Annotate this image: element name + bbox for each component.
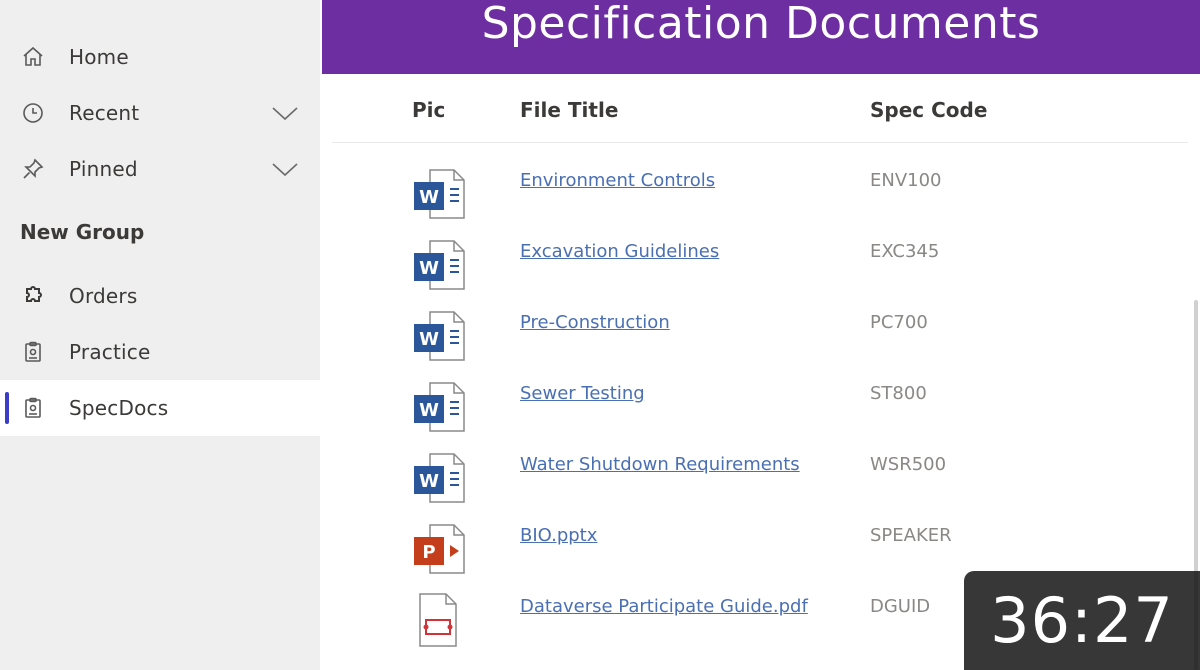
chevron-down-icon[interactable]: [270, 103, 300, 123]
spec-code-cell: WSR500: [870, 454, 947, 475]
nav-item-orders[interactable]: Orders: [0, 268, 320, 324]
file-title-link[interactable]: BIO.pptx: [520, 525, 597, 546]
svg-text:P: P: [422, 542, 435, 563]
nav-item-label: Recent: [69, 101, 140, 125]
file-title-link[interactable]: Dataverse Participate Guide.pdf: [520, 596, 808, 617]
left-navigation: Home Recent Pinned New Group Orders Prac…: [0, 0, 320, 670]
svg-text:W: W: [419, 471, 439, 492]
table-header: Pic File Title Spec Code: [332, 80, 1188, 143]
clipboard-icon: [20, 395, 46, 421]
puzzle-icon: [20, 283, 46, 309]
file-title-link[interactable]: Environment Controls: [520, 170, 715, 191]
column-header-spec-code[interactable]: Spec Code: [870, 98, 987, 122]
nav-group-header: New Group: [20, 220, 145, 244]
page-title: Specification Documents: [481, 0, 1041, 49]
nav-item-pinned[interactable]: Pinned: [0, 141, 320, 197]
word-document-icon: W: [414, 453, 465, 503]
word-document-icon: W: [414, 169, 465, 219]
page-banner: Specification Documents: [322, 0, 1200, 74]
table-row[interactable]: W Water Shutdown Requirements WSR500: [320, 450, 1180, 521]
nav-item-label: Practice: [69, 340, 151, 364]
nav-item-label: Orders: [69, 284, 138, 308]
svg-text:W: W: [419, 400, 439, 421]
word-document-icon: W: [414, 240, 465, 290]
nav-item-label: SpecDocs: [69, 396, 169, 420]
table-row[interactable]: W Excavation Guidelines EXC345: [320, 237, 1180, 308]
file-title-link[interactable]: Water Shutdown Requirements: [520, 454, 800, 475]
spec-code-cell: PC700: [870, 312, 928, 333]
table-row[interactable]: W Pre-Construction PC700: [320, 308, 1180, 379]
pdf-document-icon: [419, 593, 457, 647]
spec-code-cell: EXC345: [870, 241, 940, 262]
table-row[interactable]: W Environment Controls ENV100: [320, 166, 1180, 237]
spec-code-cell: DGUID: [870, 596, 931, 617]
clock-icon: [20, 100, 46, 126]
chevron-down-icon[interactable]: [270, 159, 300, 179]
file-title-link[interactable]: Excavation Guidelines: [520, 241, 719, 262]
file-title-link[interactable]: Pre-Construction: [520, 312, 670, 333]
spec-code-cell: ST800: [870, 383, 927, 404]
spec-code-cell: ENV100: [870, 170, 942, 191]
word-document-icon: W: [414, 382, 465, 432]
svg-text:W: W: [419, 187, 439, 208]
nav-item-specdocs[interactable]: SpecDocs: [0, 380, 320, 436]
nav-item-practice[interactable]: Practice: [0, 324, 320, 380]
word-document-icon: W: [414, 311, 465, 361]
nav-item-home[interactable]: Home: [0, 29, 320, 85]
home-icon: [20, 44, 46, 70]
svg-text:W: W: [419, 329, 439, 350]
table-row[interactable]: W Sewer Testing ST800: [320, 379, 1180, 450]
video-timestamp: 36:27: [964, 571, 1200, 670]
nav-item-label: Pinned: [69, 157, 138, 181]
file-title-link[interactable]: Sewer Testing: [520, 383, 645, 404]
svg-text:W: W: [419, 258, 439, 279]
column-header-pic[interactable]: Pic: [412, 98, 445, 122]
spec-code-cell: SPEAKER: [870, 525, 952, 546]
main-content: Specification Documents Pic File Title S…: [320, 0, 1200, 670]
nav-item-recent[interactable]: Recent: [0, 85, 320, 141]
powerpoint-document-icon: P: [414, 524, 465, 574]
pin-icon: [20, 156, 46, 182]
column-header-file-title[interactable]: File Title: [520, 98, 618, 122]
nav-item-label: Home: [69, 45, 129, 69]
clipboard-icon: [20, 339, 46, 365]
